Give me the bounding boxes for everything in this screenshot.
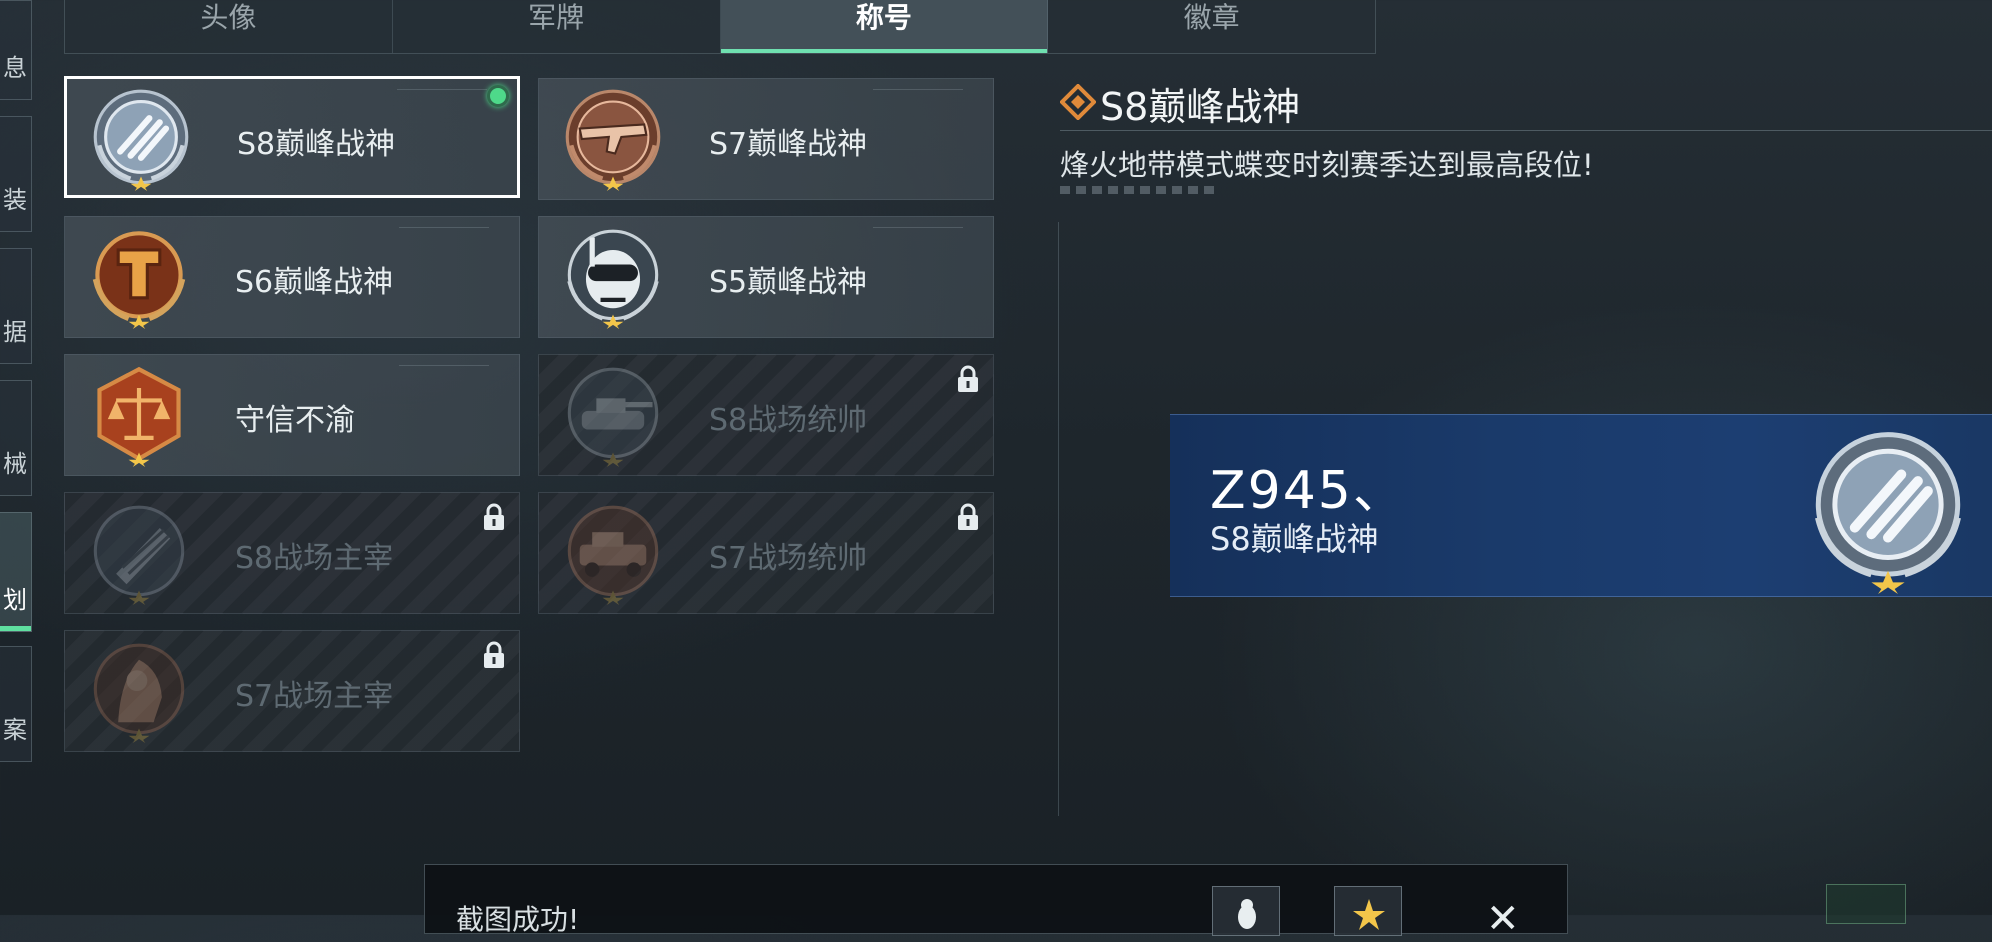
divider — [1060, 130, 1992, 131]
tab-label: 称号 — [855, 1, 912, 34]
title-label: S8战场主宰 — [235, 541, 394, 576]
title-label: S7战场主宰 — [235, 679, 394, 714]
title-label: S7巅峰战神 — [709, 127, 868, 162]
sidebar-item-equipment[interactable]: 装 — [0, 116, 32, 232]
wings-emblem-icon — [1815, 432, 1961, 594]
tab-dogtag[interactable]: 军牌 — [393, 0, 721, 53]
tab-badges[interactable]: 徽章 — [1048, 0, 1375, 53]
sidebar-item-label: 划 — [3, 586, 27, 614]
scales-emblem-icon — [97, 366, 181, 467]
player-name: Z945、 — [1210, 461, 1407, 521]
card-decoration — [873, 227, 963, 240]
tab-label: 军牌 — [528, 1, 585, 34]
tab-bar: 头像 军牌 称号 徽章 — [64, 0, 1376, 54]
diamond-icon — [1060, 84, 1096, 120]
sidebar-item-label: 械 — [3, 450, 27, 478]
title-card-s7-dominator[interactable]: S7战场主宰 — [64, 630, 520, 752]
tab-label: 徽章 — [1183, 1, 1240, 34]
sidebar-item-label: 据 — [3, 318, 27, 346]
tab-avatar[interactable]: 头像 — [65, 0, 393, 53]
card-decoration — [397, 89, 487, 102]
title-label: S8战场统帅 — [709, 403, 868, 438]
title-card-s7-commander[interactable]: S7战场统帅 — [538, 492, 994, 614]
star-icon — [1353, 899, 1385, 930]
close-icon[interactable]: ✕ — [1486, 896, 1520, 942]
tab-underline — [720, 49, 1048, 53]
title-label: S8巅峰战神 — [237, 127, 396, 162]
title-label: S7战场统帅 — [709, 541, 868, 576]
lock-icon — [958, 365, 978, 392]
bottom-right-button[interactable] — [1826, 884, 1906, 924]
equipped-indicator — [487, 85, 509, 107]
title-card-s8-dominator[interactable]: S8战场主宰 — [64, 492, 520, 614]
lock-icon — [958, 503, 978, 530]
sidebar-item-label: 案 — [3, 716, 27, 744]
detail-title: S8巅峰战神 — [1100, 85, 1301, 129]
tab-titles[interactable]: 称号 — [720, 0, 1049, 53]
title-card-s8-commander[interactable]: S8战场统帅 — [538, 354, 994, 476]
detail-subtext-decoration — [1060, 186, 1220, 194]
title-card-s7-peak[interactable]: S7巅峰战神 — [538, 78, 994, 200]
toast-message: 截图成功! — [456, 903, 580, 936]
tab-label: 头像 — [200, 1, 257, 34]
preview-title: S8巅峰战神 — [1210, 520, 1379, 558]
sidebar-item-label: 装 — [3, 186, 27, 214]
detail-description: 烽火地带模式蝶变时刻赛季达到最高段位! — [1060, 148, 1594, 182]
title-label: S5巅峰战神 — [709, 265, 868, 300]
soldier-emblem-icon — [93, 643, 185, 743]
skull-diver-emblem-icon — [567, 229, 659, 329]
penguin-icon — [1238, 899, 1256, 929]
title-card-s6-peak[interactable]: S6巅峰战神 — [64, 216, 520, 338]
wings-emblem-icon — [93, 89, 189, 191]
lock-icon — [484, 503, 504, 530]
share-button[interactable] — [1212, 886, 1280, 936]
card-decoration — [399, 227, 489, 240]
sidebar-item-archive[interactable]: 案 — [0, 646, 32, 762]
active-indicator — [0, 626, 31, 631]
title-label: S6巅峰战神 — [235, 265, 394, 300]
favorite-button[interactable] — [1334, 886, 1402, 936]
launcher-emblem-icon — [93, 505, 185, 605]
sidebar-item-data[interactable]: 据 — [0, 248, 32, 364]
sidebar-item-info[interactable]: 息 — [0, 0, 32, 100]
rifle-emblem-icon — [565, 89, 661, 191]
card-decoration — [399, 365, 489, 378]
title-card-s5-peak[interactable]: S5巅峰战神 — [538, 216, 994, 338]
sidebar-item-plan[interactable]: 划 — [0, 512, 32, 632]
sidebar-item-weapons[interactable]: 械 — [0, 380, 32, 496]
title-label: 守信不渝 — [235, 403, 355, 438]
tank-emblem-icon — [567, 367, 659, 467]
lock-icon — [484, 641, 504, 668]
vehicle-emblem-icon — [567, 505, 659, 605]
title-card-s8-peak[interactable]: S8巅峰战神 — [64, 76, 520, 198]
hammer-emblem-icon — [92, 231, 186, 329]
card-decoration — [873, 89, 963, 102]
title-card-keep-faith[interactable]: 守信不渝 — [64, 354, 520, 476]
sidebar-item-label: 息 — [3, 54, 27, 82]
